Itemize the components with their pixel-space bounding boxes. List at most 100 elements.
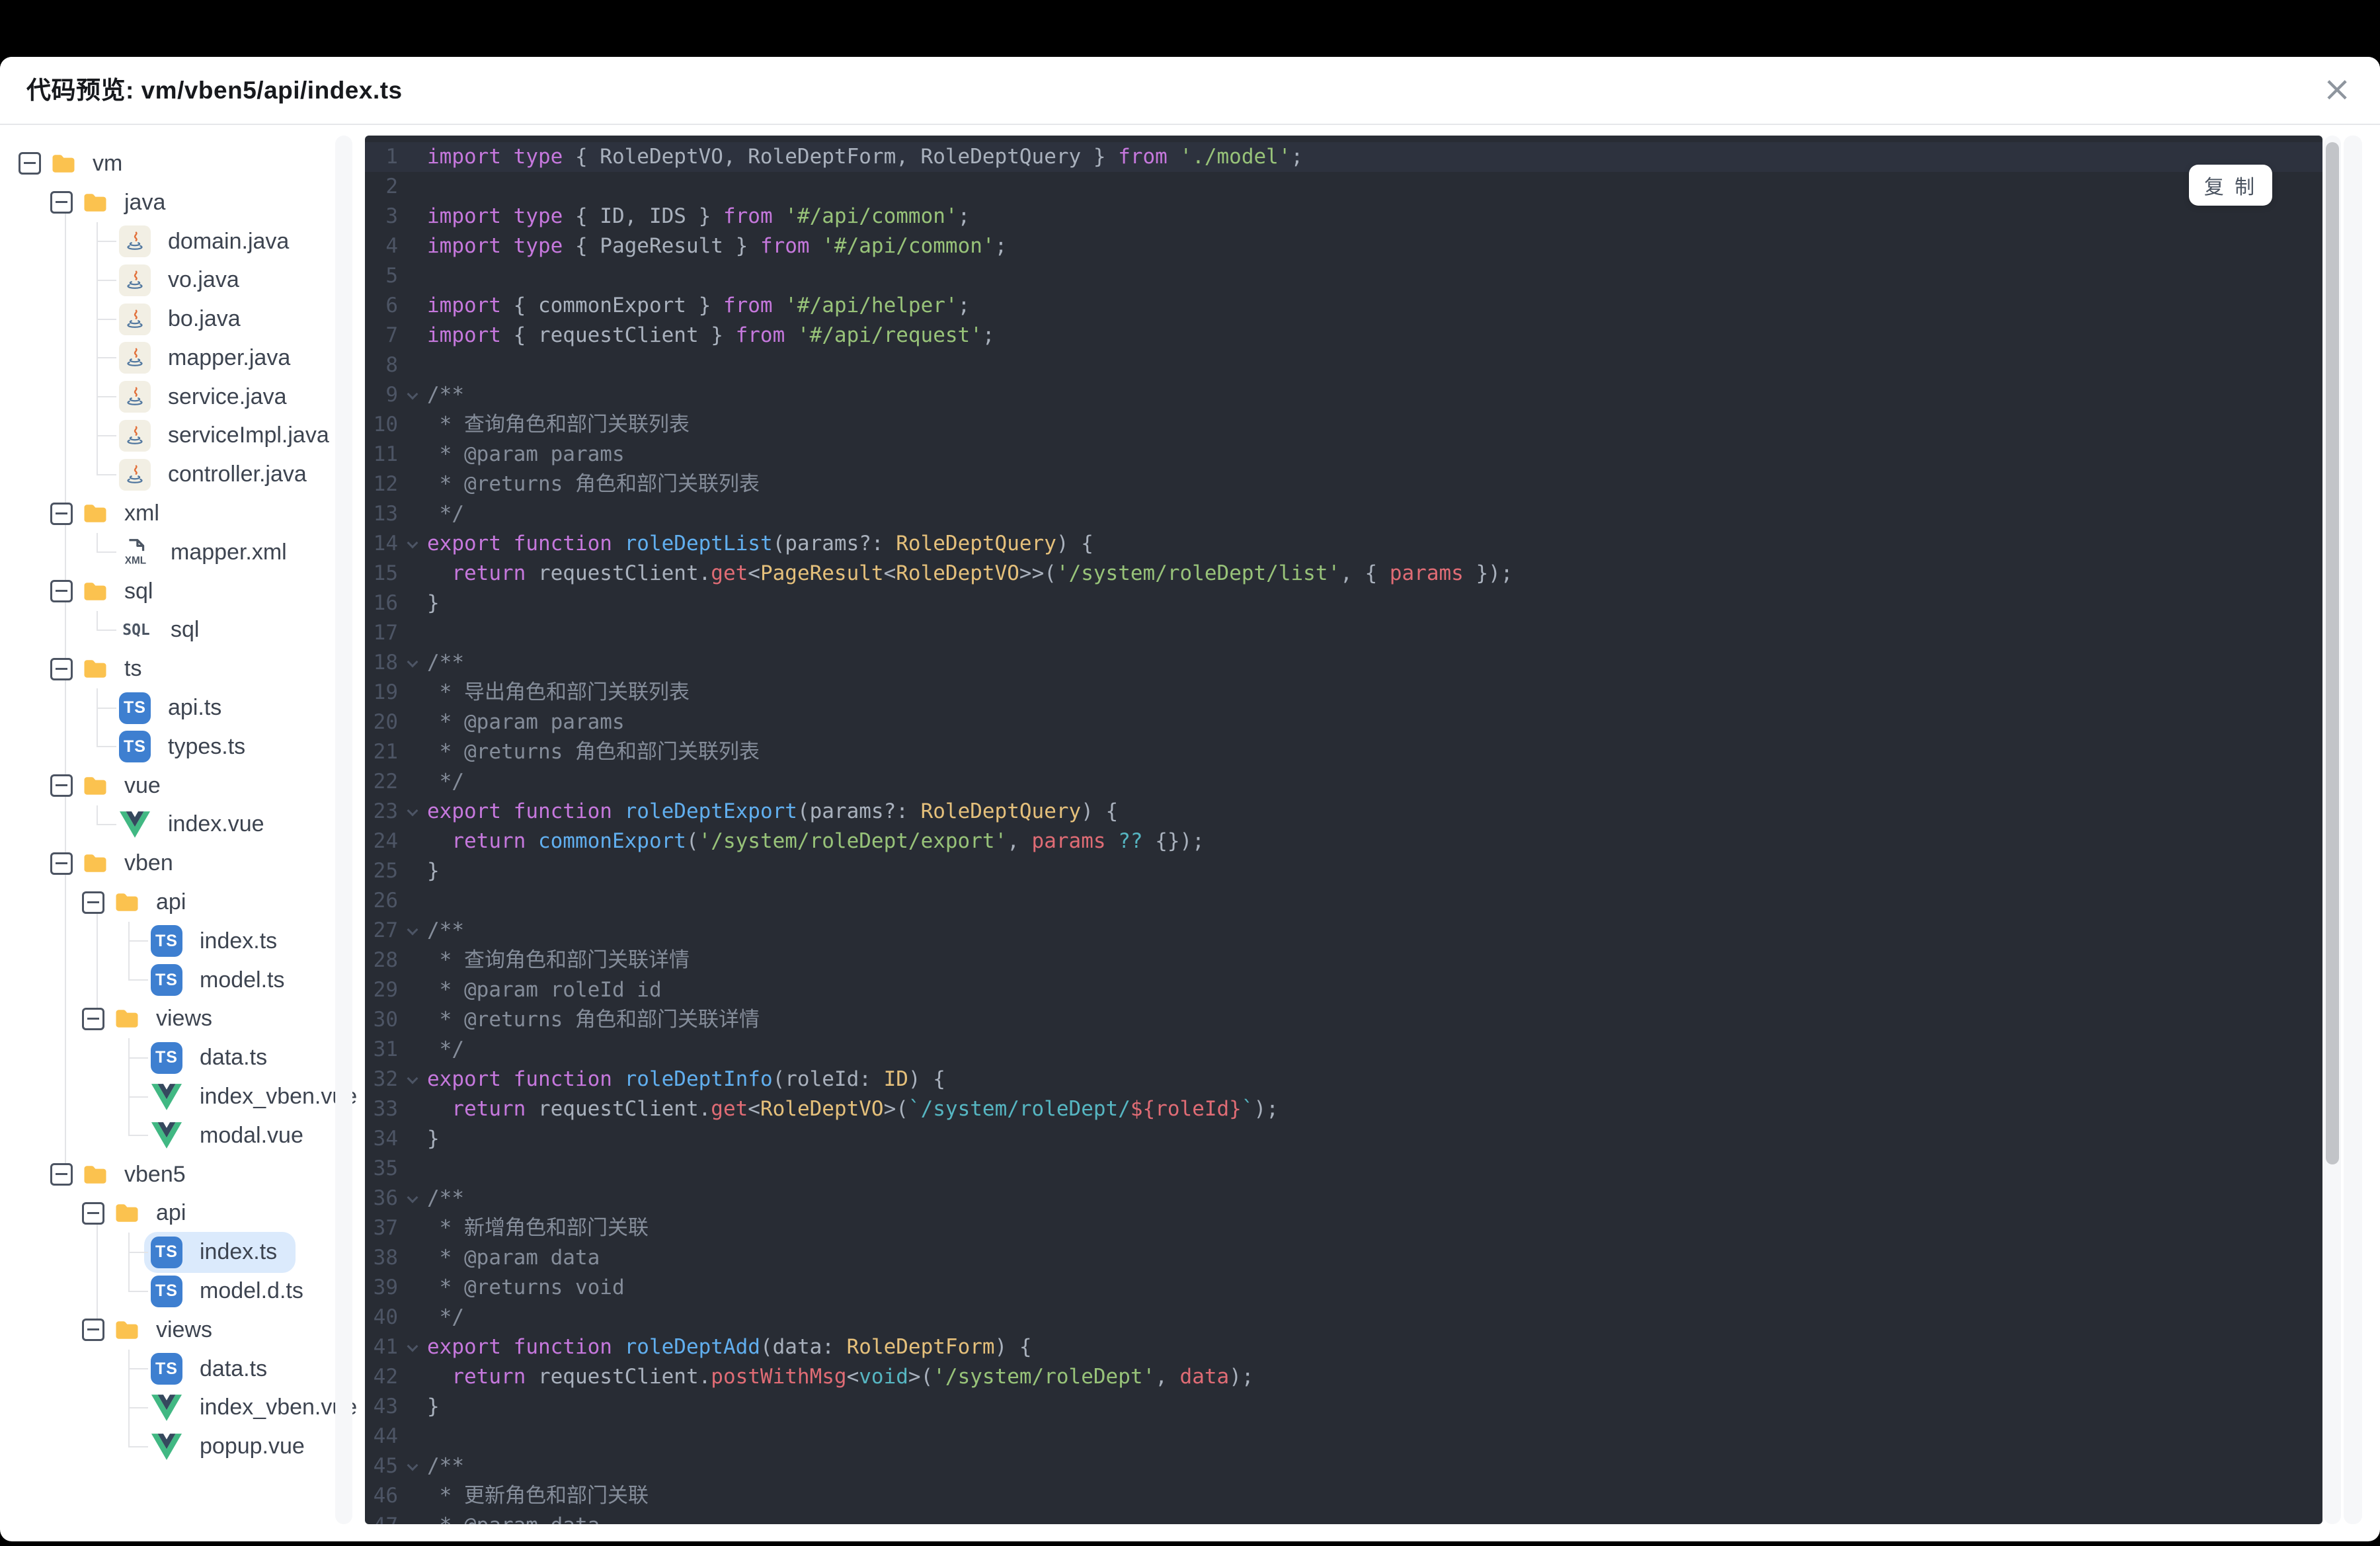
typescript-file-icon: TS xyxy=(151,925,182,957)
line-number: 19 xyxy=(373,680,398,704)
code-line: 28 * 查询角色和部门关联详情 xyxy=(365,946,2322,975)
folder-icon xyxy=(52,155,75,173)
tree-file-data.ts[interactable]: TS data.ts xyxy=(0,1349,334,1389)
close-icon[interactable]: × xyxy=(2314,66,2360,112)
tree-file-index.ts[interactable]: TS index.ts xyxy=(0,921,334,961)
code-line: 26 xyxy=(365,886,2322,916)
line-number: 9 xyxy=(385,383,398,407)
tree-file-service.java[interactable]: service.java xyxy=(0,377,334,417)
tree-folder-xml[interactable]: xml xyxy=(0,494,334,533)
tree-guide-stub xyxy=(128,1445,148,1447)
tree-folder-vben5[interactable]: vben5 xyxy=(0,1155,334,1194)
tree-guide-line xyxy=(65,222,66,261)
collapse-toggle-icon[interactable] xyxy=(50,502,73,525)
code-line: 40 */ xyxy=(365,1303,2322,1332)
tree-file-bo.java[interactable]: bo.java xyxy=(0,300,334,339)
folder-icon xyxy=(84,582,106,600)
line-number: 13 xyxy=(373,502,398,526)
tree-item-label: modal.vue xyxy=(200,1122,303,1148)
tree-file-model.d.ts[interactable]: TS model.d.ts xyxy=(0,1272,334,1311)
line-number: 24 xyxy=(373,829,398,853)
collapse-toggle-icon[interactable] xyxy=(50,1163,73,1186)
collapse-toggle-icon[interactable] xyxy=(50,774,73,797)
tree-guide-stub xyxy=(97,279,116,281)
tree-file-sql[interactable]: SQL sql xyxy=(0,610,334,650)
tree-file-mapper.xml[interactable]: XML mapper.xml xyxy=(0,532,334,572)
code-line: 5 xyxy=(365,261,2322,291)
collapse-toggle-icon[interactable] xyxy=(50,191,73,214)
tree-file-data.ts[interactable]: TS data.ts xyxy=(0,1038,334,1078)
tree-file-index.vue[interactable]: index.vue xyxy=(0,805,334,844)
fold-chevron-icon[interactable] xyxy=(408,1461,418,1471)
collapse-toggle-icon[interactable] xyxy=(19,152,41,175)
code-line: 45/** xyxy=(365,1451,2322,1481)
tree-item-label: index.vue xyxy=(168,811,264,837)
folder-icon xyxy=(116,1010,138,1028)
fold-chevron-icon[interactable] xyxy=(408,1075,418,1084)
collapse-toggle-icon[interactable] xyxy=(50,657,73,680)
sql-file-icon: SQL xyxy=(122,621,150,639)
line-number: 4 xyxy=(385,234,398,258)
tree-guide-line xyxy=(97,921,98,961)
tree-guide-line xyxy=(65,532,66,572)
code-line: 39 * @returns void xyxy=(365,1273,2322,1303)
tree-guide-line xyxy=(128,1116,130,1136)
tree-file-index_vben.vue[interactable]: index_vben.vue xyxy=(0,1388,357,1428)
code-line: 20 * @param params xyxy=(365,708,2322,737)
collapse-toggle-icon[interactable] xyxy=(82,1201,104,1225)
fold-chevron-icon[interactable] xyxy=(408,807,418,817)
xml-file-icon: XML xyxy=(119,537,153,567)
fold-chevron-icon[interactable] xyxy=(408,926,418,936)
line-number: 36 xyxy=(373,1186,398,1210)
tree-file-model.ts[interactable]: TS model.ts xyxy=(0,960,334,1000)
tree-folder-ts[interactable]: ts xyxy=(0,649,334,689)
tree-guide-stub xyxy=(128,1251,148,1253)
tree-folder-vue[interactable]: vue xyxy=(0,766,334,805)
tree-folder-api[interactable]: api xyxy=(0,1194,334,1233)
collapse-toggle-icon[interactable] xyxy=(50,852,73,875)
tree-file-popup.vue[interactable]: popup.vue xyxy=(0,1427,334,1466)
code-line: 25} xyxy=(365,856,2322,886)
fold-chevron-icon[interactable] xyxy=(408,539,418,549)
tree-guide-stub xyxy=(128,1135,148,1137)
fold-chevron-icon[interactable] xyxy=(408,658,418,668)
tree-folder-api[interactable]: api xyxy=(0,883,334,922)
tree-folder-views[interactable]: views xyxy=(0,999,334,1039)
line-number: 37 xyxy=(373,1216,398,1240)
tree-scrollbar-track[interactable] xyxy=(335,136,352,1524)
tree-folder-java[interactable]: java xyxy=(0,183,334,222)
line-number: 14 xyxy=(373,532,398,555)
dialog-scrollbar-track[interactable] xyxy=(2344,136,2362,1524)
line-number: 28 xyxy=(373,948,398,972)
tree-file-types.ts[interactable]: TS types.ts xyxy=(0,727,334,766)
fold-chevron-icon[interactable] xyxy=(408,1194,418,1203)
tree-guide-line xyxy=(128,1272,130,1291)
tree-file-index.ts[interactable]: TS index.ts xyxy=(0,1231,334,1273)
code-line: 22 */ xyxy=(365,767,2322,797)
code-scrollbar-thumb[interactable] xyxy=(2326,142,2339,1164)
line-number: 18 xyxy=(373,651,398,674)
tree-folder-sql[interactable]: sql xyxy=(0,571,334,611)
tree-file-domain.java[interactable]: domain.java xyxy=(0,222,334,261)
tree-file-mapper.java[interactable]: mapper.java xyxy=(0,338,334,378)
line-number: 44 xyxy=(373,1424,398,1448)
tree-file-serviceImpl.java[interactable]: serviceImpl.java xyxy=(0,416,334,456)
tree-file-api.ts[interactable]: TS api.ts xyxy=(0,688,334,727)
tree-file-vo.java[interactable]: vo.java xyxy=(0,261,334,300)
collapse-toggle-icon[interactable] xyxy=(82,891,104,914)
collapse-toggle-icon[interactable] xyxy=(82,1319,104,1342)
code-viewer: 1 import type { RoleDeptVO, RoleDeptForm,… xyxy=(365,136,2322,1524)
collapse-toggle-icon[interactable] xyxy=(82,1007,104,1030)
tree-file-modal.vue[interactable]: modal.vue xyxy=(0,1116,334,1155)
tree-file-controller.java[interactable]: controller.java xyxy=(0,455,334,495)
folder-icon xyxy=(84,854,106,872)
tree-selected-item[interactable]: TS index.ts xyxy=(144,1231,296,1273)
tree-folder-views[interactable]: views xyxy=(0,1310,334,1350)
tree-folder-vben[interactable]: vben xyxy=(0,844,334,883)
fold-chevron-icon[interactable] xyxy=(408,1342,418,1352)
fold-chevron-icon[interactable] xyxy=(408,390,418,400)
collapse-toggle-icon[interactable] xyxy=(50,580,73,603)
tree-folder-vm[interactable]: vm xyxy=(0,144,334,183)
copy-button[interactable]: 复 制 xyxy=(2189,165,2272,206)
tree-file-index_vben.vue[interactable]: index_vben.vue xyxy=(0,1077,357,1116)
